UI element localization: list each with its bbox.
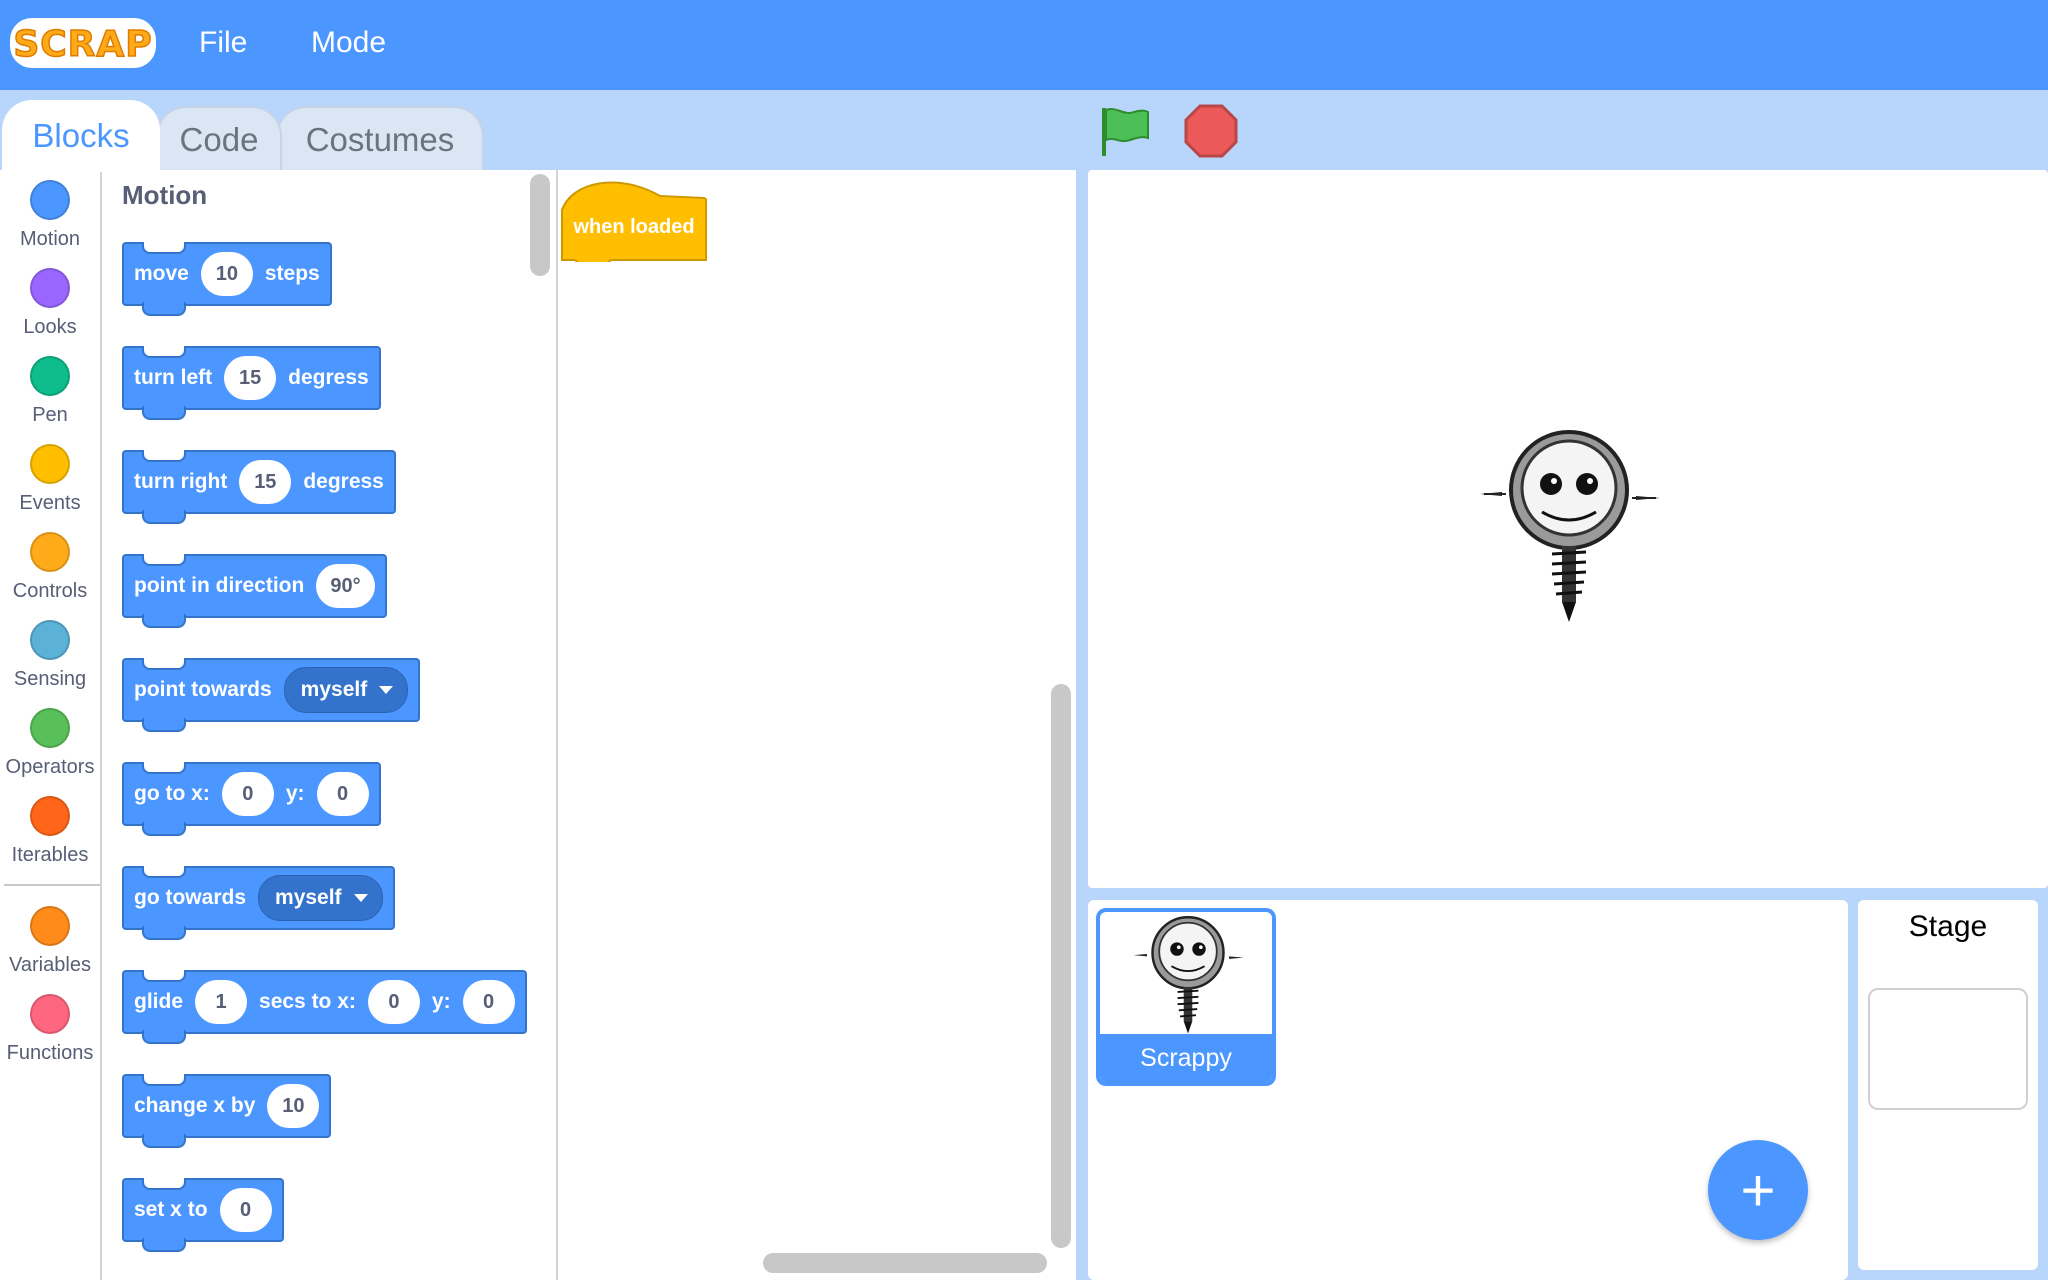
- category-events[interactable]: Events: [0, 444, 100, 515]
- block-text: move: [134, 262, 189, 285]
- block-text: secs to x:: [259, 990, 356, 1013]
- category-motion[interactable]: Motion: [0, 180, 100, 251]
- category-dot-icon: [30, 532, 70, 572]
- category-divider: [4, 884, 100, 886]
- block-text: go to x:: [134, 782, 210, 805]
- category-dot-icon: [30, 180, 70, 220]
- category-dot-icon: [30, 708, 70, 748]
- code-horizontal-scrollbar[interactable]: [763, 1253, 1047, 1273]
- block-text: change x by: [134, 1094, 256, 1117]
- svg-text:SCRAP: SCRAP: [13, 24, 152, 65]
- category-label: Iterables: [11, 844, 89, 866]
- block-input[interactable]: 0: [316, 772, 369, 816]
- category-sidebar: Motion Looks Pen Events Controls Sensing…: [0, 170, 102, 1280]
- block-input[interactable]: 10: [200, 252, 253, 296]
- category-dot-icon: [30, 620, 70, 660]
- category-label: Functions: [6, 1042, 94, 1064]
- category-label: Looks: [23, 316, 77, 338]
- code-vertical-scrollbar[interactable]: [1051, 684, 1071, 1248]
- tab-costumes[interactable]: Costumes: [276, 106, 484, 172]
- block-point-towards[interactable]: point towards myself: [122, 658, 421, 732]
- block-text: glide: [134, 990, 184, 1013]
- block-text: point towards: [134, 678, 272, 701]
- category-label: Sensing: [13, 668, 87, 690]
- block-move[interactable]: move 10 steps: [122, 242, 332, 316]
- block-text: y:: [285, 782, 305, 805]
- block-text: turn left: [134, 366, 213, 389]
- scrappy-thumbnail-icon: [1133, 916, 1244, 1034]
- category-variables[interactable]: Variables: [0, 906, 100, 977]
- block-input[interactable]: 0: [367, 980, 420, 1024]
- add-sprite-button[interactable]: +: [1708, 1140, 1808, 1240]
- scrappy-sprite-icon[interactable]: [1476, 430, 1662, 626]
- dropdown-arrow-icon: [379, 686, 394, 694]
- tab-code[interactable]: Code: [156, 106, 282, 172]
- stage-label: Stage: [1908, 910, 1988, 943]
- menu-file[interactable]: File: [199, 26, 247, 60]
- category-label: Controls: [12, 580, 88, 602]
- palette-title: Motion: [122, 180, 208, 210]
- scrap-logo: SCRAP: [10, 18, 156, 68]
- block-input[interactable]: 15: [239, 460, 292, 504]
- code-area[interactable]: [558, 170, 1076, 1280]
- category-controls[interactable]: Controls: [0, 532, 100, 603]
- category-label: Motion: [19, 228, 81, 250]
- category-looks[interactable]: Looks: [0, 268, 100, 339]
- block-text: point in direction: [134, 574, 305, 597]
- palette-scrollbar[interactable]: [530, 174, 550, 276]
- category-dot-icon: [30, 356, 70, 396]
- block-go-towards[interactable]: go towards myself: [122, 866, 395, 940]
- dropdown-arrow-icon: [353, 894, 368, 902]
- stage-thumbnail[interactable]: [1868, 988, 2028, 1110]
- category-label: Pen: [32, 404, 68, 426]
- category-dot-icon: [30, 994, 70, 1034]
- block-text: degress: [288, 366, 369, 389]
- block-dropdown[interactable]: myself: [258, 875, 383, 921]
- block-dropdown[interactable]: myself: [283, 667, 409, 713]
- block-input[interactable]: 0: [221, 772, 274, 816]
- block-input[interactable]: 10: [267, 1084, 320, 1128]
- block-turn-right[interactable]: turn right 15 degress: [122, 450, 396, 524]
- block-input[interactable]: 0: [462, 980, 515, 1024]
- category-sensing[interactable]: Sensing: [0, 620, 100, 691]
- block-set-x[interactable]: set x to 0: [122, 1178, 284, 1252]
- block-text: steps: [264, 262, 320, 285]
- category-iterables[interactable]: Iterables: [0, 796, 100, 867]
- category-label: Variables: [9, 954, 91, 976]
- category-functions[interactable]: Functions: [0, 994, 100, 1065]
- block-input[interactable]: 0: [219, 1188, 272, 1232]
- block-text: degress: [303, 470, 384, 493]
- block-palette: Motion move 10 steps turn left 15 degres…: [102, 170, 558, 1280]
- block-glide[interactable]: glide 1 secs to x: 0 y: 0: [122, 970, 527, 1044]
- category-dot-icon: [30, 444, 70, 484]
- category-label: Events: [19, 492, 81, 514]
- block-go-to-xy[interactable]: go to x: 0 y: 0: [122, 762, 381, 836]
- sprite-name-label: Scrappy: [1100, 1034, 1272, 1082]
- category-operators[interactable]: Operators: [0, 708, 100, 779]
- block-turn-left[interactable]: turn left 15 degress: [122, 346, 381, 420]
- category-pen[interactable]: Pen: [0, 356, 100, 427]
- block-input[interactable]: 1: [195, 980, 248, 1024]
- category-dot-icon: [30, 906, 70, 946]
- category-dot-icon: [30, 796, 70, 836]
- stop-sign-icon[interactable]: [1184, 104, 1238, 158]
- block-input[interactable]: 90°: [316, 564, 375, 608]
- block-text: turn right: [134, 470, 228, 493]
- sprite-card-scrappy[interactable]: Scrappy: [1096, 908, 1276, 1086]
- hat-block-label: when loaded: [573, 216, 695, 238]
- category-dot-icon: [30, 268, 70, 308]
- block-change-x[interactable]: change x by 10: [122, 1074, 332, 1148]
- menu-mode[interactable]: Mode: [311, 26, 386, 60]
- dropdown-value: myself: [300, 678, 368, 701]
- green-flag-icon[interactable]: [1098, 104, 1152, 158]
- top-bar: SCRAP File Mode: [0, 0, 2048, 90]
- category-label: Operators: [5, 756, 95, 778]
- tab-blocks[interactable]: Blocks: [2, 100, 160, 172]
- block-text: y:: [431, 990, 451, 1013]
- block-point-in-direction[interactable]: point in direction 90°: [122, 554, 387, 628]
- dropdown-value: myself: [275, 886, 342, 909]
- block-text: set x to: [134, 1198, 208, 1221]
- block-input[interactable]: 15: [224, 356, 277, 400]
- block-text: go towards: [134, 886, 247, 909]
